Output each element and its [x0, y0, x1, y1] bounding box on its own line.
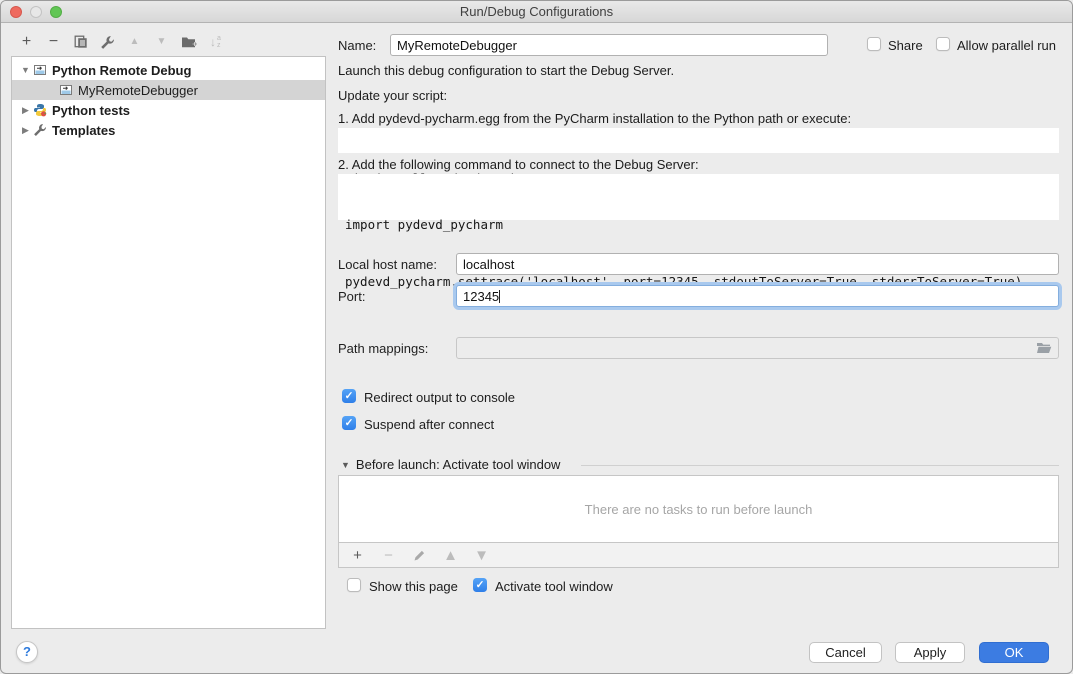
edit-task-button[interactable]	[411, 546, 428, 564]
allow-parallel-run-checkbox[interactable]	[936, 37, 950, 51]
tree-item-python-remote-debug[interactable]: ▼ Python Remote Debug	[12, 60, 325, 80]
browse-path-mappings-button[interactable]	[1036, 341, 1053, 355]
help-button[interactable]: ?	[16, 641, 38, 663]
before-launch-tasks-panel: There are no tasks to run before launch …	[338, 475, 1059, 568]
add-icon: +	[353, 548, 362, 563]
activate-tool-window-checkbox[interactable]: ✓	[473, 578, 487, 592]
pencil-icon	[413, 549, 426, 562]
zoom-button[interactable]	[50, 6, 62, 18]
config-toolbar: + − ▲ ▼ ↓ az	[18, 32, 224, 52]
wrench-icon	[32, 123, 47, 138]
tree-item-label: Python Remote Debug	[52, 63, 191, 78]
remove-icon: −	[384, 548, 393, 563]
new-folder-button[interactable]	[180, 33, 197, 51]
check-icon: ✓	[476, 579, 485, 591]
remote-debug-icon	[58, 83, 73, 98]
local-host-name-input[interactable]	[456, 253, 1059, 275]
collapse-section-icon[interactable]: ▼	[341, 460, 350, 470]
share-label: Share	[888, 38, 923, 53]
tree-item-label: Python tests	[52, 103, 130, 118]
before-launch-title: Before launch: Activate tool window	[356, 457, 561, 472]
move-up-button[interactable]: ▲	[126, 33, 143, 51]
redirect-output-checkbox[interactable]: ✓	[342, 389, 356, 403]
redirect-output-label: Redirect output to console	[364, 390, 515, 405]
local-host-name-label: Local host name:	[338, 257, 437, 272]
move-task-down-button[interactable]: ▼	[473, 546, 490, 564]
move-down-icon: ▼	[474, 548, 489, 563]
show-this-page-checkbox[interactable]	[347, 578, 361, 592]
tree-item-myremotedebugger[interactable]: MyRemoteDebugger	[12, 80, 325, 100]
step1-text: 1. Add pydevd-pycharm.egg from the PyCha…	[338, 111, 851, 126]
remove-task-button[interactable]: −	[380, 546, 397, 564]
sort-configurations-button[interactable]: ↓ az	[207, 33, 224, 51]
empty-tasks-text: There are no tasks to run before launch	[339, 476, 1058, 542]
question-icon: ?	[23, 644, 31, 659]
move-down-icon: ▼	[157, 37, 167, 47]
section-divider	[581, 465, 1059, 466]
minimize-button[interactable]	[30, 6, 42, 18]
settrace-code: import pydevd_pycharm pydevd_pycharm.set…	[338, 174, 1059, 220]
name-label: Name:	[338, 38, 376, 53]
tree-item-templates[interactable]: ▶ Templates	[12, 120, 325, 140]
move-task-up-button[interactable]: ▲	[442, 546, 459, 564]
name-input[interactable]	[390, 34, 828, 56]
add-icon: +	[22, 34, 31, 50]
edit-configuration-button[interactable]	[99, 33, 116, 51]
new-folder-icon	[181, 35, 197, 49]
remote-debug-icon	[32, 63, 47, 78]
path-mappings-input[interactable]	[456, 337, 1059, 359]
update-script-text: Update your script:	[338, 88, 447, 103]
pip-install-code: pip install pydevd-pycharm~=191.6605.12	[338, 128, 1059, 153]
tasks-toolbar: + − ▲ ▼	[339, 542, 1058, 567]
close-button[interactable]	[10, 6, 22, 18]
suspend-after-connect-label: Suspend after connect	[364, 417, 494, 432]
collapse-arrow-icon[interactable]: ▶	[19, 105, 32, 116]
share-checkbox[interactable]	[867, 37, 881, 51]
collapse-arrow-icon[interactable]: ▶	[19, 125, 32, 136]
before-launch-header[interactable]: ▼ Before launch: Activate tool window	[341, 457, 560, 472]
copy-configuration-button[interactable]	[72, 33, 89, 51]
open-folder-icon	[1036, 341, 1053, 355]
remove-icon: −	[49, 34, 58, 50]
configuration-form: Name: Share Allow parallel run Launch th…	[338, 1, 1059, 674]
description-text: Launch this debug configuration to start…	[338, 63, 674, 78]
expand-arrow-icon[interactable]: ▼	[19, 65, 32, 75]
check-icon: ✓	[345, 390, 354, 402]
check-icon: ✓	[345, 417, 354, 429]
step2-text: 2. Add the following command to connect …	[338, 157, 699, 172]
cancel-button[interactable]: Cancel	[809, 642, 882, 663]
move-up-icon: ▲	[443, 548, 458, 563]
port-label: Port:	[338, 289, 365, 304]
move-up-icon: ▲	[130, 37, 140, 47]
sort-alpha-icon: ↓ az	[210, 35, 221, 49]
remove-configuration-button[interactable]: −	[45, 33, 62, 51]
tree-item-python-tests[interactable]: ▶ Python tests	[12, 100, 325, 120]
apply-button[interactable]: Apply	[895, 642, 965, 663]
tree-item-label: MyRemoteDebugger	[78, 83, 198, 98]
activate-tool-window-label: Activate tool window	[495, 579, 613, 594]
add-configuration-button[interactable]: +	[18, 33, 35, 51]
add-task-button[interactable]: +	[349, 546, 366, 564]
tree-item-label: Templates	[52, 123, 115, 138]
configurations-tree: ▼ Python Remote Debug MyRemoteDebugger ▶…	[11, 56, 326, 629]
wrench-icon	[100, 35, 115, 50]
python-icon	[32, 103, 47, 118]
run-debug-configurations-dialog: Run/Debug Configurations + − ▲ ▼ ↓ az ▼ …	[0, 0, 1073, 674]
suspend-after-connect-checkbox[interactable]: ✓	[342, 416, 356, 430]
ok-button[interactable]: OK	[979, 642, 1049, 663]
path-mappings-label: Path mappings:	[338, 341, 428, 356]
move-down-button[interactable]: ▼	[153, 33, 170, 51]
port-input[interactable]	[456, 285, 1059, 307]
allow-parallel-run-label: Allow parallel run	[957, 38, 1056, 53]
show-this-page-label: Show this page	[369, 579, 458, 594]
copy-icon	[74, 35, 88, 49]
